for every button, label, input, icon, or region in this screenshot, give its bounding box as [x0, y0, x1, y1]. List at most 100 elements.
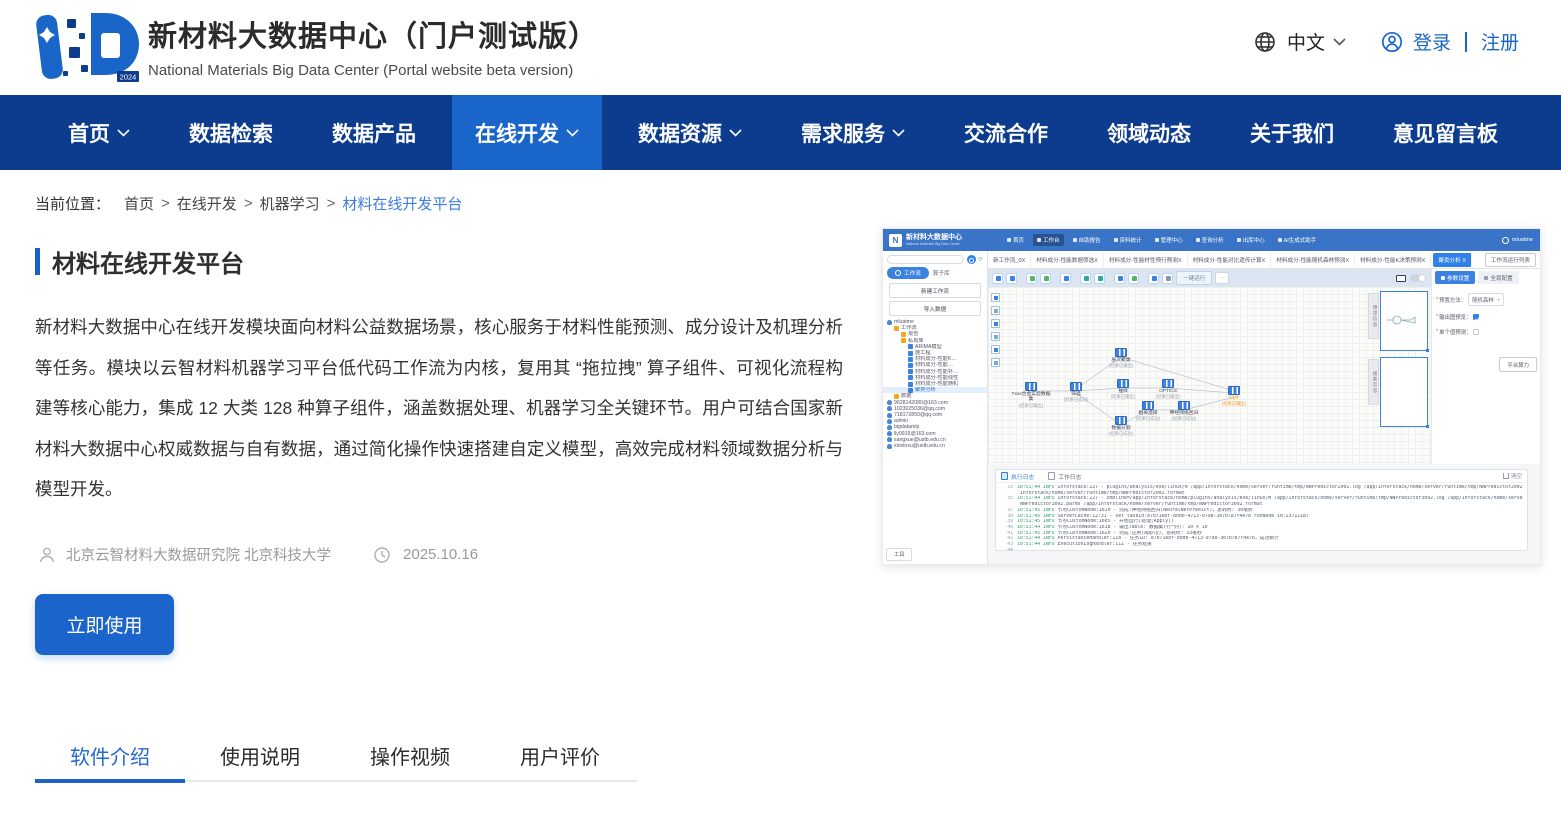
preset-method-select[interactable]: 随机森林▾	[1468, 293, 1504, 306]
nav-item-demand-services[interactable]: 需求服务	[778, 95, 928, 170]
redo-icon[interactable]	[1040, 273, 1051, 284]
nav-item-about-us[interactable]: 关于我们	[1227, 95, 1357, 170]
nav-item-feedback-board[interactable]: 意见留言板	[1370, 95, 1521, 170]
execution-log-tab[interactable]: 执行日志	[1001, 472, 1034, 481]
tab-user-reviews[interactable]: 用户评价	[485, 733, 635, 792]
app-menu-item[interactable]: AI生成式助手	[1274, 234, 1321, 246]
tab-operation-video[interactable]: 操作视频	[335, 733, 485, 792]
flag-icon[interactable]	[991, 358, 1000, 367]
nav-item-online-dev[interactable]: 在线开发	[452, 95, 602, 170]
node-merge[interactable]: 归并(结果已输出)	[1214, 386, 1254, 407]
more-button[interactable]: ···	[1215, 272, 1229, 284]
breadcrumb-home[interactable]: 首页	[124, 193, 154, 214]
breadcrumb-machine-learning[interactable]: 机器学习	[260, 193, 320, 214]
component-icon[interactable]	[991, 293, 1000, 302]
operator-library-toggle[interactable]: 算子库	[933, 269, 950, 277]
search-input[interactable]	[887, 255, 964, 264]
search-info-tab[interactable]: 搜索信息	[1368, 359, 1379, 405]
app-user[interactable]: mluatme	[1502, 237, 1533, 244]
minimap-preview[interactable]	[1380, 291, 1428, 351]
workflow-canvas[interactable]: Txxx合金实验数据集(结果已输出) 筛选(结果已成功) 层次聚类(结果已输出)…	[988, 287, 1431, 464]
breadcrumb-online-dev[interactable]: 在线开发	[177, 193, 237, 214]
workflow-tab[interactable]: 材料成分-性能对比遗传计算X	[1188, 253, 1272, 267]
param-settings-tab[interactable]: 参数设置	[1435, 271, 1475, 284]
merge-node-icon	[1228, 386, 1240, 395]
tree-item-icon	[887, 413, 892, 418]
app-menu-item[interactable]: 工作台	[1033, 234, 1064, 246]
clock-icon	[373, 546, 391, 564]
export-icon[interactable]	[1162, 273, 1173, 284]
output-preview-checkbox[interactable]	[1473, 314, 1479, 320]
login-link[interactable]: 登录	[1413, 28, 1451, 55]
zoom-in-icon[interactable]	[1080, 273, 1091, 284]
workflow-tab[interactable]: 材料成分-性能随机森林预测X	[1271, 253, 1355, 267]
clustering-node-icon	[1115, 348, 1127, 357]
nav-item-domain-news[interactable]: 领域动态	[1084, 95, 1214, 170]
fit-view-icon[interactable]	[991, 319, 1000, 328]
minimap-secondary[interactable]	[1380, 357, 1428, 427]
workflow-tab[interactable]: 材料成分-性能数据筛选X	[1031, 253, 1104, 267]
global-config-tab[interactable]: 全局配置	[1478, 271, 1518, 284]
register-link[interactable]: 注册	[1481, 28, 1519, 55]
single-value-checkbox[interactable]	[1473, 329, 1479, 335]
cluster-icon[interactable]	[991, 332, 1000, 341]
image-icon[interactable]	[991, 306, 1000, 315]
globe-icon	[1253, 30, 1277, 54]
resize-handle[interactable]	[1426, 349, 1430, 353]
workflow-toggle[interactable]: 工作流	[887, 267, 929, 279]
settings-icon[interactable]	[1148, 273, 1159, 284]
nav-item-home[interactable]: 首页	[45, 95, 153, 170]
work-log-tab[interactable]: 工作日志	[1048, 472, 1081, 481]
preview-info-tab[interactable]: 预览信息	[1368, 293, 1379, 339]
print-icon[interactable]	[1114, 273, 1125, 284]
refresh-icon[interactable]: ⟳	[978, 256, 983, 263]
node-dataset[interactable]: Txxx合金实验数据集(结果已输出)	[1011, 382, 1051, 408]
platform-compute-button[interactable]: 平台算力	[1499, 357, 1537, 372]
layout-icon[interactable]	[1128, 273, 1139, 284]
node-filter[interactable]: 筛选(结果已成功)	[1056, 382, 1096, 403]
workflow-tabbar: 新工作流_0X材料成分-性能数据筛选X材料成分-性能材性预行预测X材料成分-性能…	[988, 251, 1540, 269]
workflow-tab[interactable]: 新工作流_0X	[988, 253, 1031, 267]
undo-icon[interactable]	[1026, 273, 1037, 284]
nav-item-data-search[interactable]: 数据检索	[166, 95, 296, 170]
import-data-button[interactable]: 导入数据	[889, 301, 981, 316]
new-workflow-button[interactable]: 新建工作流	[889, 283, 981, 298]
language-selector[interactable]: 中文	[1287, 28, 1325, 55]
app-menu-item[interactable]: 自助报告	[1069, 234, 1105, 246]
app-menu-item[interactable]: 出库中心	[1233, 234, 1269, 246]
tab-software-intro[interactable]: 软件介绍	[35, 733, 185, 792]
one-click-run-button[interactable]: 一键运行	[1176, 271, 1212, 285]
search-icon[interactable]	[967, 255, 976, 264]
run-list-button[interactable]: 工作流运行列表	[1485, 253, 1536, 267]
app-menu-item[interactable]: 管理中心	[1151, 234, 1187, 246]
view-toggle[interactable]	[1410, 274, 1426, 282]
delete-icon[interactable]	[1060, 273, 1071, 284]
breadcrumb-current[interactable]: 材料在线开发平台	[342, 193, 462, 214]
node-sampling[interactable]: 抽样(结果已输出)	[1103, 379, 1143, 400]
nav-item-cooperation[interactable]: 交流合作	[941, 95, 1071, 170]
app-menu-item[interactable]: 首页	[1003, 234, 1028, 246]
node-data-split[interactable]: 数据分割(结果已成功)	[1101, 416, 1141, 437]
nav-item-data-products[interactable]: 数据产品	[309, 95, 439, 170]
use-now-button[interactable]: 立即使用	[35, 594, 174, 655]
clear-log-button[interactable]: 清空	[1503, 472, 1522, 480]
app-menu-item[interactable]: 资料统计	[1110, 234, 1146, 246]
app-menu-item[interactable]: 查询分析	[1192, 234, 1228, 246]
workflow-tab[interactable]: 材料成分-性能K决策预测X	[1355, 253, 1431, 267]
save-as-icon[interactable]	[1006, 273, 1017, 284]
node-hierarchical-clustering[interactable]: 层次聚类(结果已输出)	[1101, 348, 1141, 369]
workflow-tab[interactable]: 材料成分-性能材性预行预测X	[1104, 253, 1188, 267]
resize-handle[interactable]	[1426, 425, 1430, 429]
tree-item[interactable]: xinxinxu@ustb.edu.cn	[883, 443, 987, 449]
chart-icon[interactable]	[991, 345, 1000, 354]
node-neural-network[interactable]: 神经网络回归(结果已成功)	[1164, 401, 1204, 422]
zoom-out-icon[interactable]	[1094, 273, 1105, 284]
node-optics[interactable]: OPTICS(结果已输出)	[1148, 379, 1188, 400]
chevron-down-icon[interactable]	[1333, 38, 1346, 46]
nav-item-data-resources[interactable]: 数据资源	[615, 95, 765, 170]
save-icon[interactable]	[992, 273, 1003, 284]
workflow-tab[interactable]: 聚类分析 X	[1433, 253, 1472, 267]
monitor-icon[interactable]	[1396, 275, 1406, 282]
tab-usage-instructions[interactable]: 使用说明	[185, 733, 335, 792]
tools-tab[interactable]: 工具	[886, 548, 912, 561]
